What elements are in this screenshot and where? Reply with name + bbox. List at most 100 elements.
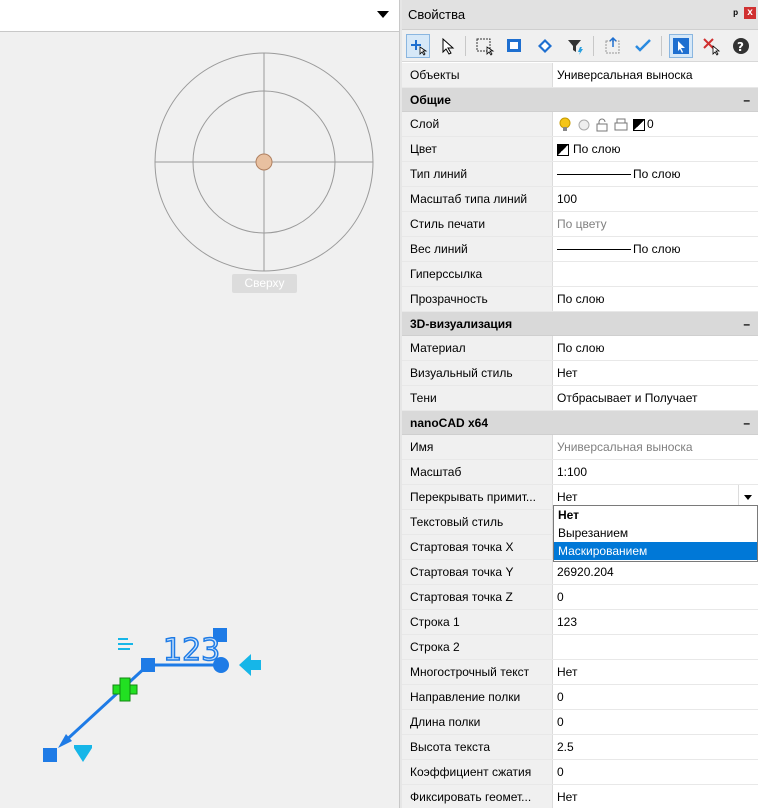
property-row[interactable]: Строка 2 [402, 635, 758, 660]
viewcube-compass[interactable] [154, 52, 374, 272]
property-row[interactable]: Слой 0 [402, 112, 758, 137]
property-row[interactable]: Тени Отбрасывает и Получает [402, 386, 758, 411]
property-value[interactable]: 0 [553, 685, 758, 709]
grip-square-icon [43, 748, 57, 762]
quick-select-icon[interactable] [503, 34, 527, 58]
canvas-graphics: 123 [43, 52, 374, 762]
viewcube-center-icon [255, 153, 273, 171]
toggle-pickadd-icon[interactable] [533, 34, 557, 58]
section-title: nanoCAD x64 [410, 416, 489, 430]
property-row[interactable]: Цвет По слою [402, 137, 758, 162]
select-cursor-icon[interactable] [435, 34, 459, 58]
property-row[interactable]: Длина полки 0 [402, 710, 758, 735]
property-row[interactable]: Визуальный стиль Нет [402, 361, 758, 386]
property-value[interactable]: 0 [553, 710, 758, 734]
property-value[interactable]: 0 [553, 112, 758, 136]
section-general[interactable]: Общие – [402, 88, 758, 112]
property-row[interactable]: Стиль печати По цвету [402, 212, 758, 237]
lightbulb-icon [559, 117, 571, 131]
property-label: Высота текста [402, 735, 553, 759]
property-value[interactable]: 0 [553, 585, 758, 609]
drawing-canvas[interactable]: 123 Сверху [0, 0, 400, 808]
help-icon[interactable]: ? [729, 34, 753, 58]
property-row[interactable]: Строка 1 123 [402, 610, 758, 635]
property-value[interactable]: 2.5 [553, 735, 758, 759]
property-value[interactable]: По слою [553, 287, 758, 311]
dropdown-option[interactable]: Маскированием [554, 542, 757, 560]
section-title: 3D-визуализация [410, 317, 513, 331]
section-title: Общие [410, 93, 451, 107]
property-value[interactable] [553, 262, 758, 286]
leader-object[interactable]: 123 [43, 628, 261, 762]
property-value[interactable]: 26920.204 [553, 560, 758, 584]
property-row[interactable]: Стартовая точка Y 26920.204 [402, 560, 758, 585]
property-grid: Объекты Универсальная выноска Общие – Сло… [402, 63, 758, 808]
section-nanocad[interactable]: nanoCAD x64 – [402, 411, 758, 435]
property-value[interactable]: По слою [553, 336, 758, 360]
property-row[interactable]: Имя Универсальная выноска [402, 435, 758, 460]
property-row[interactable]: Многострочный текст Нет [402, 660, 758, 685]
property-value[interactable]: 100 [553, 187, 758, 211]
property-row[interactable]: Направление полки 0 [402, 685, 758, 710]
dropdown-option[interactable]: Нет [554, 506, 757, 524]
add-selection-icon[interactable] [406, 34, 430, 58]
property-row[interactable]: Гиперссылка [402, 262, 758, 287]
property-value[interactable]: Нет [553, 361, 758, 385]
select-object-icon[interactable] [669, 34, 693, 58]
property-row[interactable]: Вес линий По слою [402, 237, 758, 262]
linetype-value: По слою [633, 167, 681, 181]
property-value[interactable]: По цвету [553, 212, 758, 236]
check-icon[interactable] [631, 34, 655, 58]
property-value[interactable]: 123 [553, 610, 758, 634]
property-value[interactable]: Отбрасывает и Получает [553, 386, 758, 410]
property-value[interactable]: Универсальная выноска [553, 435, 758, 459]
property-row[interactable]: Коэффициент сжатия 0 [402, 760, 758, 785]
property-value[interactable]: Нет [553, 785, 758, 808]
section-3d-visualization[interactable]: 3D-визуализация – [402, 312, 758, 336]
filter-icon[interactable] [563, 34, 587, 58]
dropdown-option[interactable]: Вырезанием [554, 524, 757, 542]
property-row[interactable]: Масштаб типа линий 100 [402, 187, 758, 212]
property-row[interactable]: Высота текста 2.5 [402, 735, 758, 760]
property-row[interactable]: Материал По слою [402, 336, 758, 361]
grip-plus-icon [112, 677, 138, 702]
property-label: Текстовый стиль [402, 510, 553, 534]
property-row[interactable]: Масштаб 1:100 [402, 460, 758, 485]
deselect-icon[interactable] [699, 34, 723, 58]
property-label: Тени [402, 386, 553, 410]
text-align-icon [118, 638, 133, 650]
property-label: Визуальный стиль [402, 361, 553, 385]
select-window-icon[interactable] [473, 34, 497, 58]
property-label: Строка 2 [402, 635, 553, 659]
property-value[interactable]: 0 [553, 760, 758, 784]
panel-title: Свойства [408, 7, 466, 22]
objects-label: Объекты [402, 63, 553, 87]
pin-icon[interactable]: ᵖ [733, 7, 738, 21]
property-value[interactable] [553, 635, 758, 659]
property-label: Цвет [402, 137, 553, 161]
svg-text:?: ? [737, 40, 744, 54]
objects-row[interactable]: Объекты Универсальная выноска [402, 63, 758, 88]
property-row[interactable]: Фиксировать геомет... Нет [402, 785, 758, 808]
property-label: Многострочный текст [402, 660, 553, 684]
collapse-icon[interactable]: – [743, 411, 750, 434]
overlap-dropdown-list[interactable]: Нет Вырезанием Маскированием [553, 505, 758, 562]
select-value: Нет [557, 490, 578, 504]
property-row[interactable]: Прозрачность По слою [402, 287, 758, 312]
close-icon[interactable]: x [744, 7, 756, 19]
properties-panel: Свойства ᵖ x ? Объекты Универсальная вын… [402, 0, 758, 808]
property-label: Фиксировать геомет... [402, 785, 553, 808]
collapse-icon[interactable]: – [743, 312, 750, 335]
property-row[interactable]: Тип линий По слою [402, 162, 758, 187]
leader-text: 123 [163, 633, 220, 668]
viewcube-label[interactable]: Сверху [232, 274, 297, 293]
grip-triangle-icon [74, 748, 92, 762]
collapse-icon[interactable]: – [743, 88, 750, 111]
property-value[interactable]: 1:100 [553, 460, 758, 484]
line-sample-icon [557, 249, 631, 251]
property-value[interactable]: Нет [553, 660, 758, 684]
property-row[interactable]: Стартовая точка Z 0 [402, 585, 758, 610]
property-label: Тип линий [402, 162, 553, 186]
move-up-icon[interactable] [601, 34, 625, 58]
objects-value[interactable]: Универсальная выноска [553, 63, 758, 87]
